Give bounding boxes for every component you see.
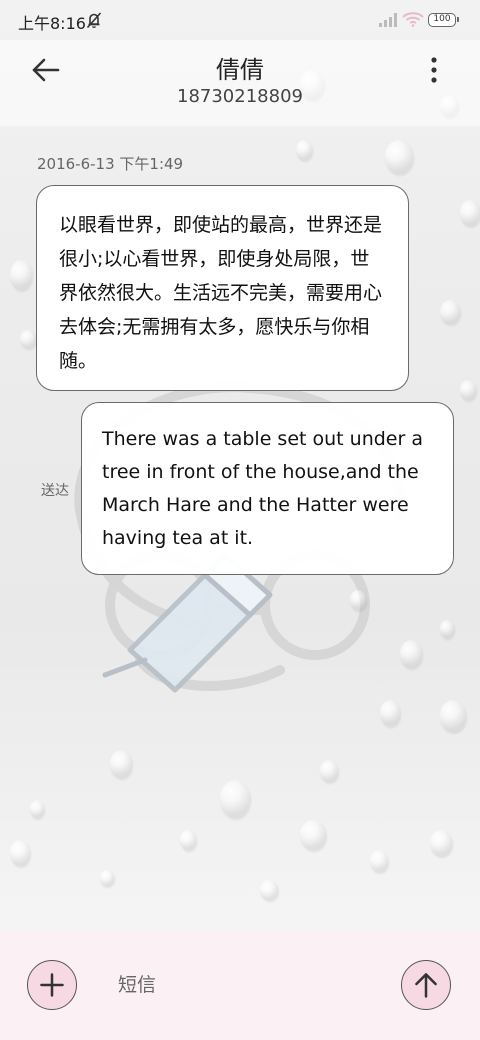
contact-name[interactable]: 倩倩 [0, 50, 480, 85]
compose-bar [0, 930, 480, 1040]
outgoing-message-text: There was a table set out under a tree i… [102, 428, 423, 549]
conversation-header: 倩倩 18730218809 [0, 40, 480, 126]
incoming-message-text: 以眼看世界，即使站的最高，世界还是很小;以心看世界，即使身处局限，世界依然很大。… [59, 214, 383, 372]
message-timestamp: 2016-6-13 下午1:49 [37, 155, 184, 173]
send-button[interactable] [401, 960, 451, 1010]
message-input[interactable] [118, 968, 388, 1002]
contact-number[interactable]: 18730218809 [0, 86, 480, 107]
add-attachment-button[interactable] [27, 960, 77, 1010]
arrow-up-icon [415, 973, 437, 998]
incoming-message-bubble[interactable]: 以眼看世界，即使站的最高，世界还是很小;以心看世界，即使身处局限，世界依然很大。… [36, 185, 409, 391]
signal-icon [379, 13, 397, 27]
plus-icon [40, 973, 64, 997]
outgoing-message-bubble[interactable]: There was a table set out under a tree i… [81, 402, 454, 575]
delivery-status: 送达 [41, 483, 69, 499]
status-bar: 上午8:16 100 [0, 0, 480, 40]
mute-icon [86, 12, 102, 29]
status-time: 上午8:16 [18, 14, 86, 33]
more-options-icon[interactable] [420, 54, 448, 86]
battery-icon: 100 [428, 13, 459, 27]
wifi-icon [402, 12, 424, 27]
